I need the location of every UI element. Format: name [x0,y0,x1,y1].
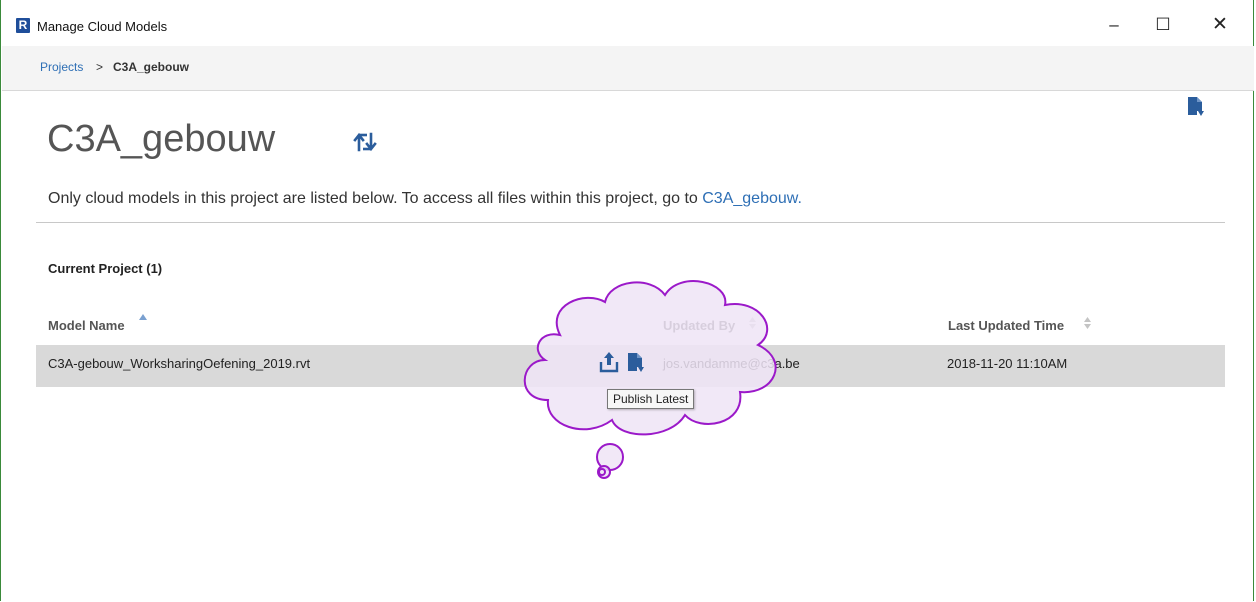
download-icon[interactable] [626,352,646,376]
updated-by-cell: jos.vandamme@c3a.be [663,356,800,371]
sort-neutral-icon[interactable] [749,316,756,330]
minimize-button[interactable]: – [1098,12,1130,38]
column-header-updated-by[interactable]: Updated By [663,318,735,333]
sort-neutral-icon[interactable] [1084,316,1091,330]
window-title: Manage Cloud Models [37,19,168,34]
publish-icon[interactable] [598,350,620,374]
section-title: Current Project (1) [48,261,163,276]
title-bar: R Manage Cloud Models – ☐ ✕ [1,0,1253,46]
last-updated-cell: 2018-11-20 11:10AM [947,356,1068,371]
manage-cloud-models-window: R Manage Cloud Models – ☐ ✕ Projects > C… [0,0,1254,601]
intro-text: Only cloud models in this project are li… [48,190,802,208]
divider [36,222,1225,223]
maximize-button[interactable]: ☐ [1147,12,1179,38]
refresh-icon[interactable] [352,131,378,153]
publish-latest-tooltip: Publish Latest [607,389,695,409]
revit-logo-icon: R [16,18,30,33]
breadcrumb-separator: > [96,60,104,74]
intro-message: Only cloud models in this project are li… [48,190,703,207]
download-icon[interactable] [1186,96,1206,120]
page-title: C3A_gebouw [47,118,276,160]
model-name-cell: C3A-gebouw_WorksharingOefening_2019.rvt [48,356,311,371]
project-files-link[interactable]: C3A_gebouw. [702,190,802,207]
column-header-model-name[interactable]: Model Name [48,318,125,333]
breadcrumb-projects-link[interactable]: Projects [40,60,83,74]
breadcrumb-current: C3A_gebouw [113,60,190,74]
breadcrumb: Projects > C3A_gebouw [2,46,1254,91]
sort-ascending-icon[interactable] [139,313,147,321]
close-button[interactable]: ✕ [1204,12,1236,38]
column-header-last-updated[interactable]: Last Updated Time [948,318,1064,333]
